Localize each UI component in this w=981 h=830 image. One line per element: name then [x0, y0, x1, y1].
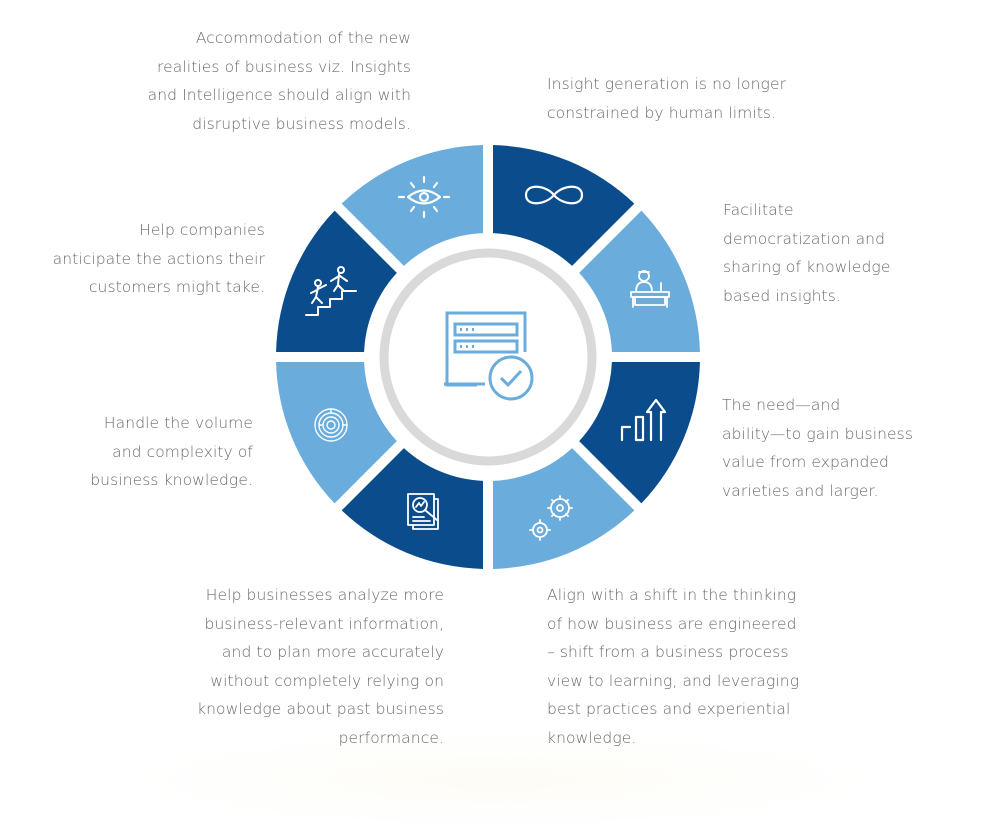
text-line: and complexity of — [112, 442, 253, 461]
text-line: anticipate the actions their — [52, 249, 265, 268]
text-line: customers might take. — [88, 278, 265, 296]
text-line: Accommodation of the new — [195, 29, 411, 47]
text-line: of how business are engineered — [547, 614, 797, 633]
text-line: knowledge about past business — [197, 700, 444, 718]
segment-text-chart: The need—and ability—to gain business valu… — [722, 391, 913, 505]
text-line: knowledge. — [547, 728, 637, 747]
text-line: business knowledge. — [90, 471, 253, 489]
segment-text-teacher: Facilitate democratization and sharing of … — [723, 196, 890, 310]
text-line: Help companies — [139, 221, 265, 239]
text-line: without completely relying on — [210, 671, 444, 690]
segment-text-climb: Help companies anticipate the actions the… — [53, 216, 265, 302]
text-line: disruptive business models. — [192, 114, 411, 133]
text-line: Handle the volume — [103, 414, 253, 432]
text-line: constrained by human limits. — [547, 103, 777, 122]
text-line: Align with a shift in the thinking — [547, 586, 797, 604]
center-ring — [379, 248, 597, 466]
text-line: best practices and experiential — [547, 700, 791, 718]
text-line: and Intelligence should align with — [147, 86, 411, 104]
text-line: Facilitate — [723, 201, 794, 219]
segment-text-report: Help businesses analyze more business-rel… — [197, 581, 444, 752]
segment-text-eye: Accommodation of the new realities of bus… — [148, 24, 411, 138]
text-line: business-relevant information, — [204, 614, 444, 633]
segment-text-gears: Align with a shift in the thinking of how… — [547, 581, 799, 752]
text-line: ability—to gain business — [722, 424, 914, 443]
server-check-icon — [444, 311, 534, 401]
text-line: varieties and larger. — [722, 481, 879, 500]
segment-text-maze: Handle the volume and complexity of busine… — [90, 409, 253, 495]
text-line: and to plan more accurately — [221, 643, 444, 661]
text-line: performance. — [338, 728, 444, 747]
text-line: based insights. — [723, 286, 841, 305]
text-line: realities of business viz. Insights — [157, 57, 411, 76]
text-line: The need—and — [722, 396, 841, 414]
text-line: Insight generation is no longer — [547, 75, 787, 93]
text-line: – shift from a business process — [547, 643, 789, 661]
text-line: democratization and — [723, 229, 886, 248]
text-line: value from expanded — [722, 453, 889, 471]
segment-text-infinity: Insight generation is no longer constrain… — [547, 70, 786, 127]
text-line: view to learning, and leveraging — [547, 671, 800, 690]
text-line: Help businesses analyze more — [205, 586, 444, 604]
text-line: sharing of knowledge — [723, 258, 891, 276]
